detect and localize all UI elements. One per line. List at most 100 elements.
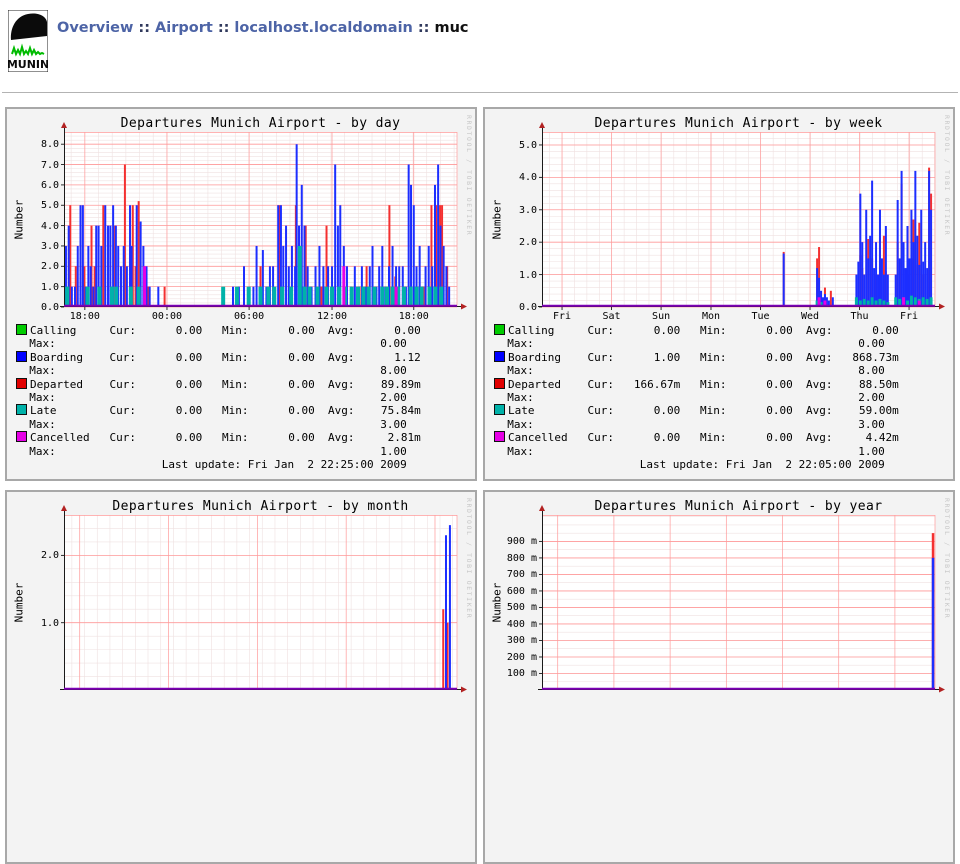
y-axis-label: Number bbox=[489, 132, 505, 307]
graph-panel-by-month[interactable]: Departures Munich Airport - by monthRRDT… bbox=[5, 490, 477, 864]
y-tick-label: 5.0 bbox=[499, 140, 537, 151]
x-tick-label: Sat bbox=[603, 311, 621, 322]
legend-row-cancelled: Cancelled Cur: 0.00 Min: 0.00 Avg: 4.42m bbox=[494, 431, 899, 444]
legend-row-calling: Calling Cur: 0.00 Min: 0.00 Avg: 0.00 bbox=[16, 324, 421, 337]
legend-row-cancelled: Cancelled Cur: 0.00 Min: 0.00 Avg: 2.81m bbox=[16, 431, 421, 444]
graph-plot-by-year[interactable] bbox=[542, 515, 935, 690]
x-tick-label: Thu bbox=[851, 311, 869, 322]
x-tick-label: 12:00 bbox=[317, 311, 347, 322]
graph-plot-by-month[interactable] bbox=[64, 515, 457, 690]
x-tick-label: Fri bbox=[900, 311, 918, 322]
header-divider bbox=[2, 92, 958, 93]
y-tick-label: 4.0 bbox=[21, 221, 59, 232]
y-tick-label: 3.0 bbox=[499, 205, 537, 216]
y-tick-label: 200 m bbox=[499, 652, 537, 663]
y-tick-label: 2.0 bbox=[21, 261, 59, 272]
legend-row-max: Max: 1.00 bbox=[16, 445, 421, 458]
x-tick-label: 18:00 bbox=[70, 311, 100, 322]
legend-row-departed: Departed Cur: 166.67m Min: 0.00 Avg: 88.… bbox=[494, 378, 899, 391]
rrdtool-watermark: RRDTOOL / TOBI OETIKER bbox=[943, 498, 951, 619]
graph-title: Departures Munich Airport - by month bbox=[64, 499, 457, 514]
legend-swatch-cancelled bbox=[16, 431, 27, 442]
graph-title: Departures Munich Airport - by week bbox=[542, 116, 935, 131]
y-tick-label: 2.0 bbox=[499, 237, 537, 248]
y-tick-label: 1.0 bbox=[21, 618, 59, 629]
graph-title: Departures Munich Airport - by year bbox=[542, 499, 935, 514]
graph-plot-by-week[interactable] bbox=[542, 132, 935, 307]
legend-swatch-boarding bbox=[16, 351, 27, 362]
legend-row-boarding: Boarding Cur: 1.00 Min: 0.00 Avg: 868.73… bbox=[494, 351, 899, 364]
legend-swatch-boarding bbox=[494, 351, 505, 362]
x-tick-label: Tue bbox=[751, 311, 769, 322]
legend-row-boarding: Boarding Cur: 0.00 Min: 0.00 Avg: 1.12 bbox=[16, 351, 421, 364]
rrdtool-watermark: RRDTOOL / TOBI OETIKER bbox=[465, 115, 473, 236]
y-axis-label: Number bbox=[11, 515, 27, 690]
y-tick-label: 0.0 bbox=[21, 302, 59, 313]
x-tick-label: 00:00 bbox=[152, 311, 182, 322]
y-tick-label: 300 m bbox=[499, 635, 537, 646]
legend-swatch-calling bbox=[16, 324, 27, 335]
munin-logo-image: MUNIN bbox=[8, 10, 48, 72]
legend-swatch-calling bbox=[494, 324, 505, 335]
legend-row-max: Max: 0.00 bbox=[16, 337, 421, 350]
legend-row-max: Max: 2.00 bbox=[16, 391, 421, 404]
y-tick-label: 8.0 bbox=[21, 139, 59, 150]
legend-swatch-departed bbox=[494, 378, 505, 389]
breadcrumb-current-page: muc bbox=[434, 20, 468, 36]
legend-row-calling: Calling Cur: 0.00 Min: 0.00 Avg: 0.00 bbox=[494, 324, 899, 337]
breadcrumb-separator: :: bbox=[218, 20, 230, 36]
legend-swatch-departed bbox=[16, 378, 27, 389]
y-tick-label: 3.0 bbox=[21, 241, 59, 252]
y-tick-label: 1.0 bbox=[21, 282, 59, 293]
graph-legend: Calling Cur: 0.00 Min: 0.00 Avg: 0.00 Ma… bbox=[16, 324, 421, 471]
legend-row-max: Max: 3.00 bbox=[494, 418, 899, 431]
svg-text:MUNIN: MUNIN bbox=[8, 58, 48, 71]
breadcrumb-link-airport[interactable]: Airport bbox=[155, 20, 213, 36]
breadcrumb-separator: :: bbox=[138, 20, 150, 36]
y-tick-label: 800 m bbox=[499, 553, 537, 564]
y-tick-label: 400 m bbox=[499, 619, 537, 630]
y-tick-label: 5.0 bbox=[21, 200, 59, 211]
legend-swatch-late bbox=[494, 404, 505, 415]
graph-legend: Calling Cur: 0.00 Min: 0.00 Avg: 0.00 Ma… bbox=[494, 324, 899, 471]
legend-row-max: Max: 0.00 bbox=[494, 337, 899, 350]
x-tick-label: Mon bbox=[702, 311, 720, 322]
y-tick-label: 500 m bbox=[499, 602, 537, 613]
y-tick-label: 4.0 bbox=[499, 172, 537, 183]
munin-logo[interactable]: MUNIN bbox=[8, 10, 48, 72]
y-tick-label: 0.0 bbox=[499, 302, 537, 313]
y-tick-label: 700 m bbox=[499, 569, 537, 580]
graph-panel-by-year[interactable]: Departures Munich Airport - by year RRDTO… bbox=[483, 490, 955, 864]
y-tick-label: 1.0 bbox=[499, 270, 537, 281]
breadcrumb-link-host[interactable]: localhost.localdomain bbox=[234, 20, 412, 36]
y-tick-label: 2.0 bbox=[21, 550, 59, 561]
graph-plot-by-day[interactable] bbox=[64, 132, 457, 307]
graph-title: Departures Munich Airport - by day bbox=[64, 116, 457, 131]
y-tick-label: 900 m bbox=[499, 536, 537, 547]
legend-swatch-late bbox=[16, 404, 27, 415]
x-tick-label: Fri bbox=[553, 311, 571, 322]
legend-row-max: Max: 3.00 bbox=[16, 418, 421, 431]
x-tick-label: Sun bbox=[652, 311, 670, 322]
legend-row-max: Max: 8.00 bbox=[16, 364, 421, 377]
last-update: Last update: Fri Jan 2 22:05:00 2009 bbox=[494, 458, 899, 471]
rrdtool-watermark: RRDTOOL / TOBI OETIKER bbox=[943, 115, 951, 236]
x-tick-label: 06:00 bbox=[234, 311, 264, 322]
y-tick-label: 600 m bbox=[499, 586, 537, 597]
y-tick-label: 7.0 bbox=[21, 160, 59, 171]
legend-row-late: Late Cur: 0.00 Min: 0.00 Avg: 59.00m bbox=[494, 404, 899, 417]
x-tick-label: 18:00 bbox=[399, 311, 429, 322]
graph-panel-by-day[interactable]: Departures Munich Airport - by day RRDTOO… bbox=[5, 107, 477, 481]
legend-swatch-cancelled bbox=[494, 431, 505, 442]
legend-row-max: Max: 2.00 bbox=[494, 391, 899, 404]
graph-panel-by-week[interactable]: Departures Munich Airport - by week RRDTO… bbox=[483, 107, 955, 481]
legend-row-late: Late Cur: 0.00 Min: 0.00 Avg: 75.84m bbox=[16, 404, 421, 417]
breadcrumb-link-overview[interactable]: Overview bbox=[57, 20, 133, 36]
x-tick-label: Wed bbox=[801, 311, 819, 322]
breadcrumb-separator: :: bbox=[418, 20, 430, 36]
legend-row-max: Max: 1.00 bbox=[494, 445, 899, 458]
y-tick-label: 100 m bbox=[499, 668, 537, 679]
y-tick-label: 6.0 bbox=[21, 180, 59, 191]
legend-row-max: Max: 8.00 bbox=[494, 364, 899, 377]
last-update: Last update: Fri Jan 2 22:25:00 2009 bbox=[16, 458, 421, 471]
